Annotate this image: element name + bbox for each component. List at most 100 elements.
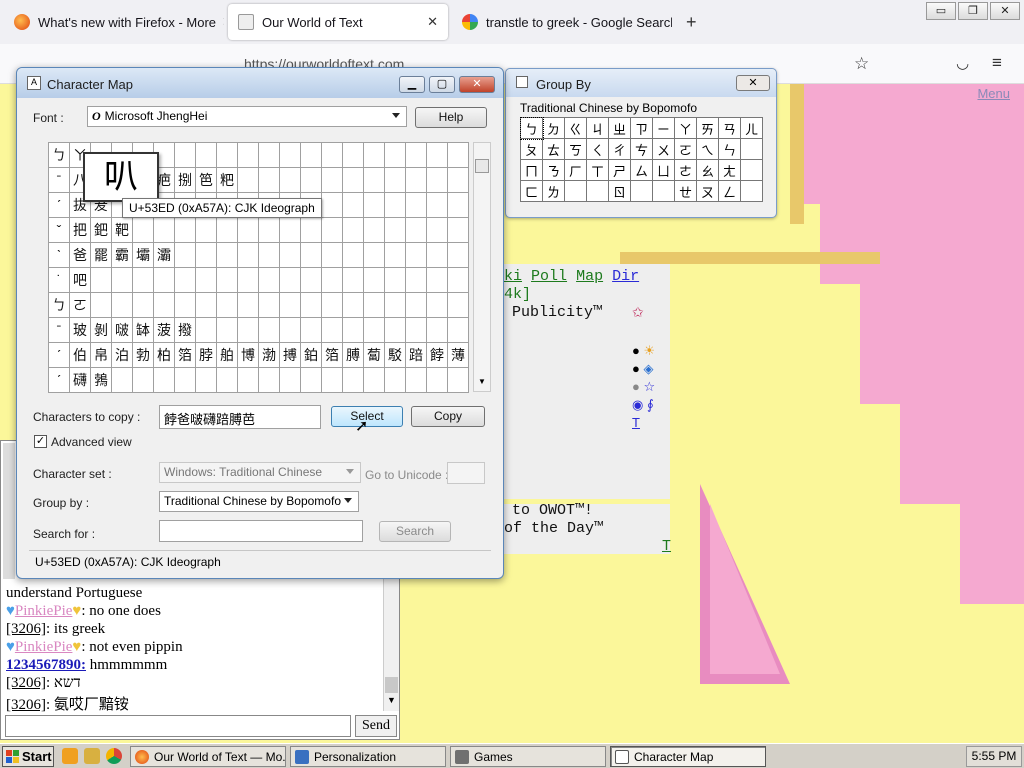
character-cell[interactable] [426, 167, 448, 193]
bopomofo-cell[interactable]: ㄢ [718, 117, 741, 139]
character-cell[interactable] [132, 217, 154, 243]
pocket-icon[interactable]: ◡ [956, 54, 969, 72]
character-cell[interactable] [300, 167, 322, 193]
bopomofo-cell[interactable]: ㄡ [696, 180, 719, 202]
character-cell[interactable]: 礴 [69, 367, 91, 393]
character-cell[interactable] [153, 367, 175, 393]
character-cell[interactable] [384, 192, 406, 218]
character-cell[interactable] [405, 192, 427, 218]
character-cell[interactable] [363, 292, 385, 318]
chat-user[interactable]: PinkiePie [15, 603, 73, 619]
font-select[interactable]: O Microsoft JhengHei [87, 106, 407, 127]
character-cell[interactable]: 撥 [174, 317, 196, 343]
bopomofo-cell[interactable]: ㄒ [586, 159, 609, 181]
character-cell[interactable]: 吧 [69, 267, 91, 293]
send-button[interactable]: Send [355, 715, 397, 737]
character-cell[interactable]: ˉ [48, 317, 70, 343]
character-cell[interactable]: ㄛ [69, 292, 91, 318]
character-cell[interactable] [405, 217, 427, 243]
help-button[interactable]: Help [415, 107, 487, 128]
character-cell[interactable]: 爸 [69, 242, 91, 268]
character-cell[interactable] [321, 292, 343, 318]
character-cell[interactable] [279, 142, 301, 168]
chrome-icon[interactable] [106, 748, 122, 764]
character-cell[interactable] [153, 217, 175, 243]
bopomofo-cell[interactable]: ㄕ [608, 159, 631, 181]
character-cell[interactable] [321, 167, 343, 193]
goto-unicode-field[interactable] [447, 462, 485, 484]
character-cell[interactable] [258, 267, 280, 293]
character-cell[interactable]: 踣 [405, 342, 427, 368]
character-cell[interactable] [237, 142, 259, 168]
character-cell[interactable] [300, 267, 322, 293]
character-cell[interactable] [405, 317, 427, 343]
character-cell[interactable] [384, 267, 406, 293]
character-cell[interactable] [258, 142, 280, 168]
character-cell[interactable] [321, 192, 343, 218]
character-cell[interactable] [279, 292, 301, 318]
bopomofo-cell[interactable] [630, 180, 653, 202]
search-button[interactable]: Search [379, 521, 451, 542]
character-cell[interactable] [237, 317, 259, 343]
close-icon[interactable]: ✕ [421, 14, 438, 30]
character-cell[interactable] [384, 367, 406, 393]
character-cell[interactable] [237, 292, 259, 318]
character-cell[interactable] [426, 142, 448, 168]
bopomofo-cell[interactable]: ㄦ [740, 117, 763, 139]
minimize-button[interactable]: ▭ [926, 2, 956, 20]
groupby-select[interactable]: Traditional Chinese by Bopomofo [159, 491, 359, 512]
character-cell[interactable] [426, 192, 448, 218]
bopomofo-cell[interactable]: ㄤ [718, 159, 741, 181]
chat-user[interactable]: PinkiePie [15, 639, 73, 655]
bopomofo-cell[interactable]: ㄥ [718, 180, 741, 202]
character-cell[interactable]: 箔 [174, 342, 196, 368]
character-cell[interactable]: 駁 [384, 342, 406, 368]
link-wiki[interactable]: ki [504, 268, 522, 285]
character-cell[interactable] [363, 367, 385, 393]
character-cell[interactable] [342, 167, 364, 193]
bopomofo-cell[interactable]: ㄠ [696, 159, 719, 181]
bopomofo-cell[interactable] [652, 180, 675, 202]
character-cell[interactable]: 渤 [258, 342, 280, 368]
character-cell[interactable] [300, 292, 322, 318]
character-cell[interactable] [174, 242, 196, 268]
character-cell[interactable]: 玻 [69, 317, 91, 343]
character-cell[interactable] [426, 267, 448, 293]
scroll-thumb[interactable] [475, 159, 489, 173]
character-cell[interactable] [279, 267, 301, 293]
character-cell[interactable] [321, 367, 343, 393]
character-cell[interactable]: 啵 [111, 317, 133, 343]
character-cell[interactable]: 缽 [132, 317, 154, 343]
bopomofo-cell[interactable]: ㄔ [608, 138, 631, 160]
bopomofo-cell[interactable]: ㄨ [652, 138, 675, 160]
character-cell[interactable] [363, 192, 385, 218]
bopomofo-cell[interactable]: ㄎ [564, 138, 587, 160]
character-cell[interactable]: 舶 [216, 342, 238, 368]
character-cell[interactable] [111, 267, 133, 293]
bopomofo-cell[interactable]: ㄌ [542, 180, 565, 202]
character-cell[interactable] [237, 167, 259, 193]
character-cell[interactable]: ˋ [48, 242, 70, 268]
character-cell[interactable]: 粑 [216, 167, 238, 193]
character-cell[interactable] [363, 267, 385, 293]
character-cell[interactable] [342, 217, 364, 243]
bopomofo-cell[interactable]: ㄝ [674, 180, 697, 202]
character-cell[interactable] [258, 292, 280, 318]
character-cell[interactable]: 把 [69, 217, 91, 243]
character-cell[interactable] [321, 217, 343, 243]
character-cell[interactable] [363, 167, 385, 193]
bopomofo-cell[interactable]: ㄍ [564, 117, 587, 139]
character-cell[interactable] [111, 367, 133, 393]
character-cell[interactable] [405, 142, 427, 168]
character-cell[interactable] [342, 317, 364, 343]
character-cell[interactable] [195, 242, 217, 268]
bopomofo-cell[interactable]: ㄟ [696, 138, 719, 160]
bopomofo-cell[interactable]: ㄣ [718, 138, 741, 160]
character-cell[interactable] [216, 317, 238, 343]
bopomofo-cell[interactable]: ㄏ [564, 159, 587, 181]
bopomofo-cell[interactable]: ㄞ [696, 117, 719, 139]
character-cell[interactable] [426, 317, 448, 343]
character-cell[interactable]: 箔 [321, 342, 343, 368]
media-icon[interactable] [62, 748, 78, 764]
character-cell[interactable]: 剝 [90, 317, 112, 343]
